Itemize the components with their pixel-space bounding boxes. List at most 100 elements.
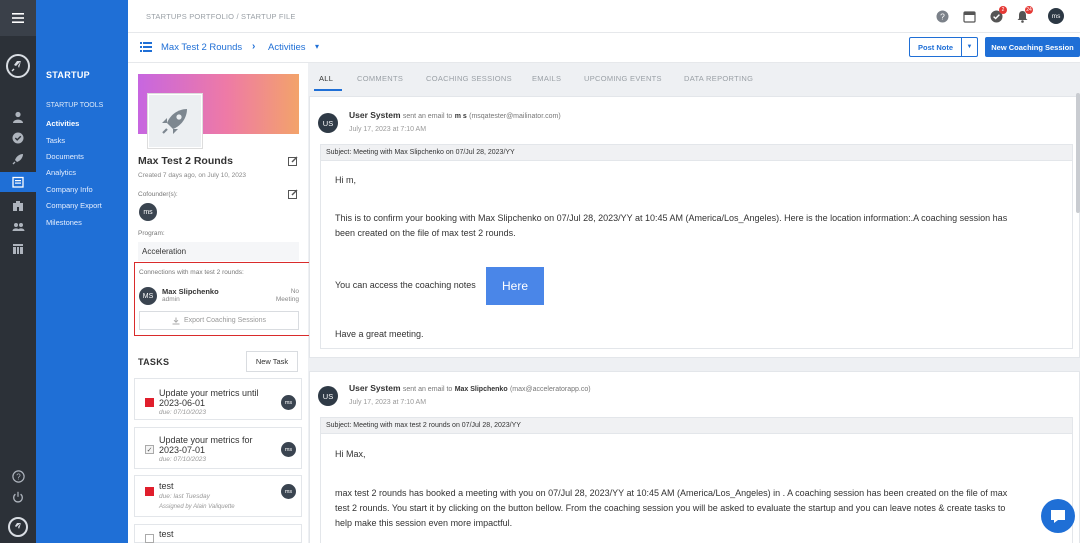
chat-support-button[interactable]	[1041, 499, 1075, 533]
help-icon[interactable]: ?	[9, 467, 27, 485]
task-checkbox[interactable]	[145, 487, 154, 496]
user-avatar[interactable]: ms	[1048, 8, 1064, 24]
startup-header: Max Test 2 Rounds › Activities ▾ Post No…	[128, 33, 1080, 63]
here-button[interactable]: Here	[486, 267, 544, 305]
system-avatar: US	[318, 386, 338, 406]
email-paragraph-cont: help make this session even more impactf…	[335, 518, 513, 528]
tab-data-reporting[interactable]: DATA REPORTING	[684, 74, 753, 83]
rocket-icon[interactable]	[9, 150, 27, 168]
task-checkbox[interactable]	[145, 534, 154, 543]
tab-comments[interactable]: COMMENTS	[357, 74, 403, 83]
activity-sender: User System sent an email to Max Slipche…	[349, 383, 591, 393]
new-task-button[interactable]: New Task	[246, 351, 298, 372]
email-greeting: Hi Max,	[335, 449, 366, 459]
tab-coaching-sessions[interactable]: COACHING SESSIONS	[426, 74, 512, 83]
startup-name-link[interactable]: Max Test 2 Rounds	[161, 42, 242, 53]
recipient-email: (msqatester@mailinator.com)	[469, 113, 561, 120]
section-dropdown[interactable]: Activities	[268, 42, 305, 53]
activity-tabs: ALL COMMENTS COACHING SESSIONS EMAILS UP…	[308, 63, 1080, 93]
email-greeting: Hi m,	[335, 175, 356, 185]
task-title: Update your metrics until 2023-06-01	[159, 388, 259, 408]
task-checkbox-checked[interactable]: ✓	[145, 445, 154, 454]
chevron-down-icon[interactable]: ▾	[315, 42, 319, 51]
task-card[interactable]: Update your metrics until 2023-06-01 due…	[134, 378, 302, 420]
connection-role: admin	[162, 296, 180, 303]
tasks-check-icon[interactable]: 2	[990, 6, 1007, 23]
sidebar-item-activities[interactable]: Activities	[46, 119, 79, 128]
edit-icon[interactable]	[288, 156, 298, 169]
chat-bubble-icon	[1051, 509, 1065, 523]
bell-icon[interactable]: 24	[1016, 6, 1033, 23]
startup-sidebar: STARTUP STARTUP TOOLS Activities Tasks D…	[36, 0, 128, 543]
sidebar-item-company-info[interactable]: Company Info	[46, 185, 93, 194]
edit-cofounders-icon[interactable]	[288, 189, 298, 202]
created-date: Created 7 days ago, on July 10, 2023	[138, 172, 247, 179]
task-card[interactable]: test due: last Tuesday Assigned by Alain…	[134, 475, 302, 517]
help-circle-icon[interactable]: ?	[936, 10, 949, 23]
post-note-button[interactable]: Post Note	[909, 37, 962, 57]
sidebar-item-milestones[interactable]: Milestones	[46, 218, 82, 227]
email-paragraph-cont: been created on the file of max test 2 r…	[335, 228, 516, 238]
app-logo-icon[interactable]	[6, 54, 30, 78]
sidebar-item-analytics[interactable]: Analytics	[46, 168, 76, 177]
tasks-badge: 2	[999, 6, 1007, 14]
access-notes-text: You can access the coaching notes	[335, 280, 476, 290]
email-body: Hi m, This is to confirm your booking wi…	[320, 161, 1073, 349]
task-card[interactable]: ✓ Update your metrics for 2023-07-01 due…	[134, 427, 302, 469]
task-due: due: last Tuesday	[159, 493, 210, 500]
people-icon[interactable]	[9, 218, 27, 236]
task-title: test	[159, 481, 174, 491]
email-body: Hi Max, max test 2 rounds has booked a m…	[320, 434, 1073, 543]
sender-name: User System	[349, 383, 401, 393]
connections-box: Connections with max test 2 rounds: MS M…	[134, 262, 310, 336]
sidebar-item-company-export[interactable]: Company Export	[46, 201, 102, 210]
activity-action: sent an email to	[402, 113, 453, 120]
connection-status: No Meeting	[263, 288, 299, 304]
breadcrumb[interactable]: STARTUPS PORTFOLIO / STARTUP FILE	[146, 12, 296, 21]
connection-avatar: MS	[139, 287, 157, 305]
chevron-right-icon: ›	[252, 41, 256, 52]
user-icon[interactable]	[9, 108, 27, 126]
cofounder-avatar[interactable]: ms	[139, 203, 157, 221]
sidebar-item-documents[interactable]: Documents	[46, 152, 84, 161]
startup-info-panel: Max Test 2 Rounds Created 7 days ago, on…	[128, 63, 310, 543]
connection-name[interactable]: Max Slipchenko	[162, 287, 219, 296]
task-checkbox[interactable]	[145, 398, 154, 407]
program-label: Program:	[138, 230, 165, 237]
tab-emails[interactable]: EMAILS	[532, 74, 561, 83]
check-circle-icon[interactable]	[9, 129, 27, 147]
sidebar-item-tasks[interactable]: Tasks	[46, 136, 65, 145]
tasks-heading: TASKS	[138, 357, 170, 367]
list-icon[interactable]	[140, 42, 152, 55]
activity-date: July 17, 2023 at 7:10 AM	[349, 126, 427, 133]
email-paragraph: This is to confirm your booking with Max…	[335, 213, 1008, 223]
new-coaching-session-button[interactable]: New Coaching Session	[985, 37, 1080, 57]
task-due: due: 07/10/2023	[159, 456, 206, 463]
recipient-email: (max@acceleratorapp.co)	[509, 386, 591, 393]
tab-all[interactable]: ALL	[319, 74, 333, 83]
cofounders-label: Cofounder(s):	[138, 191, 178, 198]
tab-upcoming-events[interactable]: UPCOMING EVENTS	[584, 74, 662, 83]
scrollbar[interactable]	[1076, 93, 1080, 213]
connection-status-line2: Meeting	[275, 296, 299, 303]
building-icon[interactable]	[9, 197, 27, 215]
calendar-board-icon[interactable]	[0, 172, 36, 192]
email-paragraph-cont: test 2 rounds. You start it by clicking …	[335, 503, 1006, 513]
top-bar: STARTUPS PORTFOLIO / STARTUP FILE ? 2 24…	[128, 0, 1080, 33]
email-paragraph: max test 2 rounds has booked a meeting w…	[335, 488, 1008, 498]
task-card[interactable]: test	[134, 524, 302, 543]
export-coaching-sessions-button[interactable]: Export Coaching Sessions	[139, 311, 299, 330]
menu-icon[interactable]	[0, 0, 36, 36]
activity-action: sent an email to	[402, 386, 453, 393]
calendar-icon[interactable]	[963, 10, 976, 23]
activity-card: US User System sent an email to m s (msq…	[309, 96, 1080, 358]
task-assignee-avatar: ms	[281, 484, 296, 499]
startup-name: Max Test 2 Rounds	[138, 155, 233, 167]
post-note-dropdown-icon[interactable]: ▼	[962, 37, 978, 57]
task-assignee-avatar: ms	[281, 442, 296, 457]
power-icon[interactable]	[9, 488, 27, 506]
sender-name: User System	[349, 110, 401, 120]
columns-icon[interactable]	[9, 240, 27, 258]
activity-date: July 17, 2023 at 7:10 AM	[349, 399, 427, 406]
email-subject: Subject: Meeting with Max Slipchenko on …	[320, 144, 1073, 161]
